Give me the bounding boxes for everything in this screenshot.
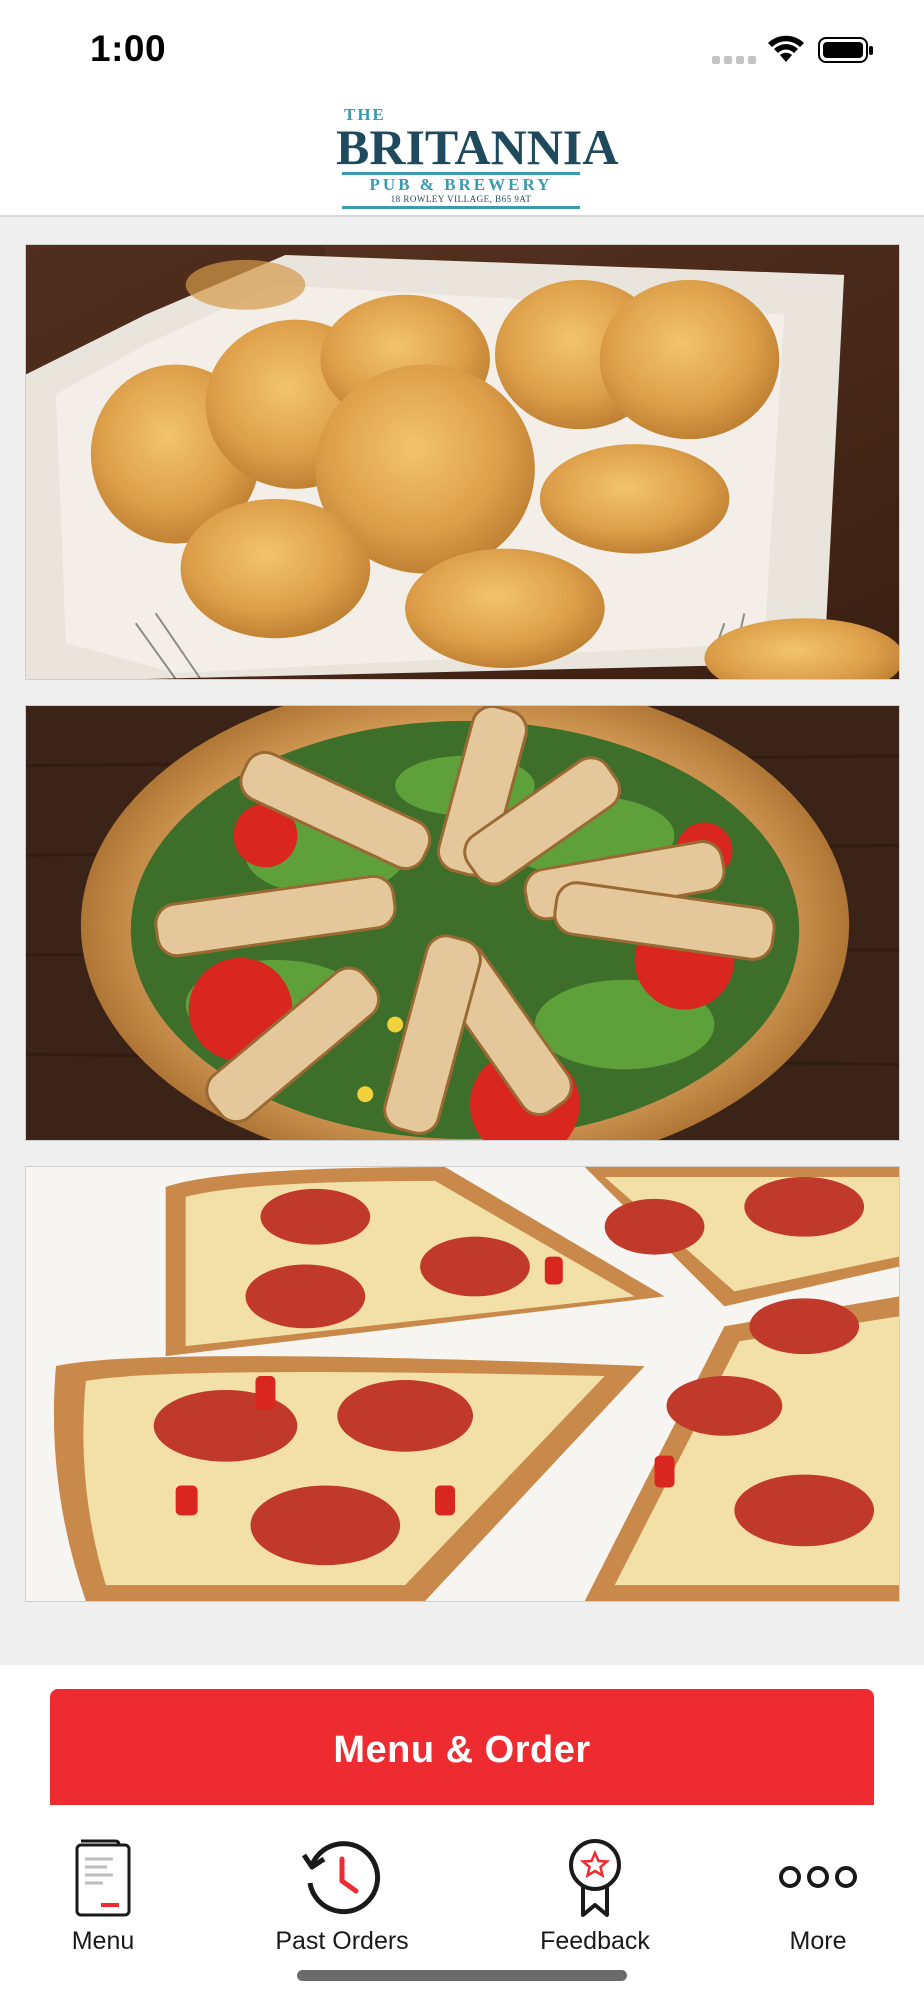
feature-image-pizza[interactable] (25, 1166, 900, 1602)
status-time: 1:00 (90, 28, 167, 69)
home-content (0, 217, 924, 1665)
tab-more[interactable]: More (718, 1835, 918, 1965)
logo-subtitle: PUB & BREWERY (342, 172, 580, 194)
tab-menu-label: Menu (71, 1927, 135, 1955)
tab-more-label: More (789, 1927, 847, 1955)
logo-address: 18 ROWLEY VILLAGE, B65 9AT (342, 194, 580, 209)
wifi-icon (768, 35, 804, 62)
tab-past-orders-label: Past Orders (275, 1927, 409, 1955)
britannia-logo: THE BRITANNIA PUB & BREWERY 18 ROWLEY VI… (336, 106, 619, 216)
pizza-illustration (26, 1167, 899, 1601)
tab-feedback[interactable]: Feedback (495, 1835, 695, 1965)
tab-feedback-label: Feedback (540, 1927, 650, 1955)
status-bar: 1:00 (0, 0, 924, 100)
tab-past-orders[interactable]: Past Orders (242, 1835, 442, 1965)
order-button-area: Menu & Order (0, 1665, 924, 1811)
battery-icon (818, 37, 873, 63)
logo-name: BRITANNIA (336, 119, 619, 175)
cellular-signal-icon (712, 56, 756, 64)
feature-image-nuggets[interactable] (25, 244, 900, 680)
app-header: THE BRITANNIA PUB & BREWERY 18 ROWLEY VI… (0, 100, 924, 217)
menu-book-icon (75, 1839, 131, 1917)
salad-illustration (26, 706, 899, 1140)
tab-menu[interactable]: Menu (3, 1835, 203, 1965)
home-indicator[interactable] (297, 1970, 627, 1981)
menu-order-button[interactable]: Menu & Order (50, 1689, 874, 1811)
nuggets-illustration (26, 245, 899, 679)
history-clock-icon (301, 1841, 381, 1915)
feature-image-salad[interactable] (25, 705, 900, 1141)
award-ribbon-icon (569, 1839, 621, 1917)
more-dots-icon (779, 1866, 857, 1888)
